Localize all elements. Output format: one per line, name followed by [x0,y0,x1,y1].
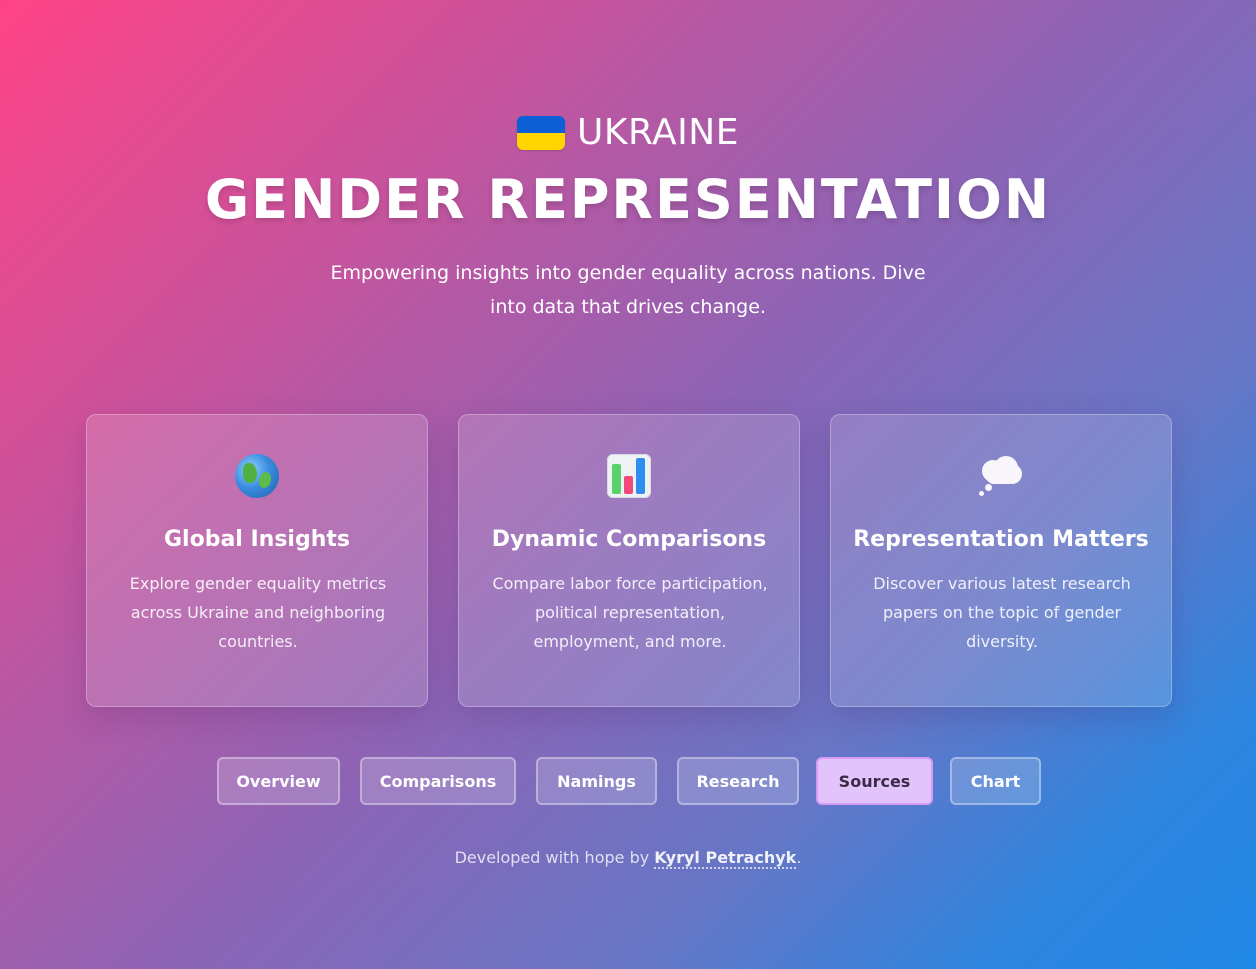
card-dynamic-comparisons: Dynamic Comparisons Compare labor force … [458,414,800,707]
footer-prefix: Developed with hope by [454,848,655,867]
card-global-insights: Global Insights Explore gender equality … [86,414,428,707]
comparisons-button[interactable]: Comparisons [360,757,516,805]
country-heading: UKRAINE [0,112,1256,153]
sources-button[interactable]: Sources [816,757,933,805]
research-button[interactable]: Research [677,757,799,805]
page-title: GENDER REPRESENTATION [204,168,1052,231]
card-text: Compare labor force participation, polit… [492,574,768,651]
author-link[interactable]: Kyryl Petrachyk [654,848,797,869]
bar-chart-icon [459,453,799,499]
footer-suffix: . [796,848,802,867]
card-title: Global Insights [163,527,350,552]
card-title: Representation Matters [853,527,1149,552]
overview-button[interactable]: Overview [217,757,340,805]
card-title: Dynamic Comparisons [491,527,767,552]
card-representation-matters: Representation Matters Discover various … [830,414,1172,707]
card-text: Discover various latest research papers … [873,574,1131,651]
namings-button[interactable]: Namings [536,757,657,805]
card-text: Explore gender equality metrics across U… [129,574,387,651]
chart-button[interactable]: Chart [950,757,1041,805]
page-subtitle: Empowering insights into gender equality… [330,262,926,318]
ukraine-flag-icon [517,115,566,150]
country-name: UKRAINE [577,112,739,153]
globe-icon [87,453,427,499]
thought-bubble-icon [831,453,1171,499]
footer: Developed with hope by Kyryl Petrachyk. [0,848,1256,869]
